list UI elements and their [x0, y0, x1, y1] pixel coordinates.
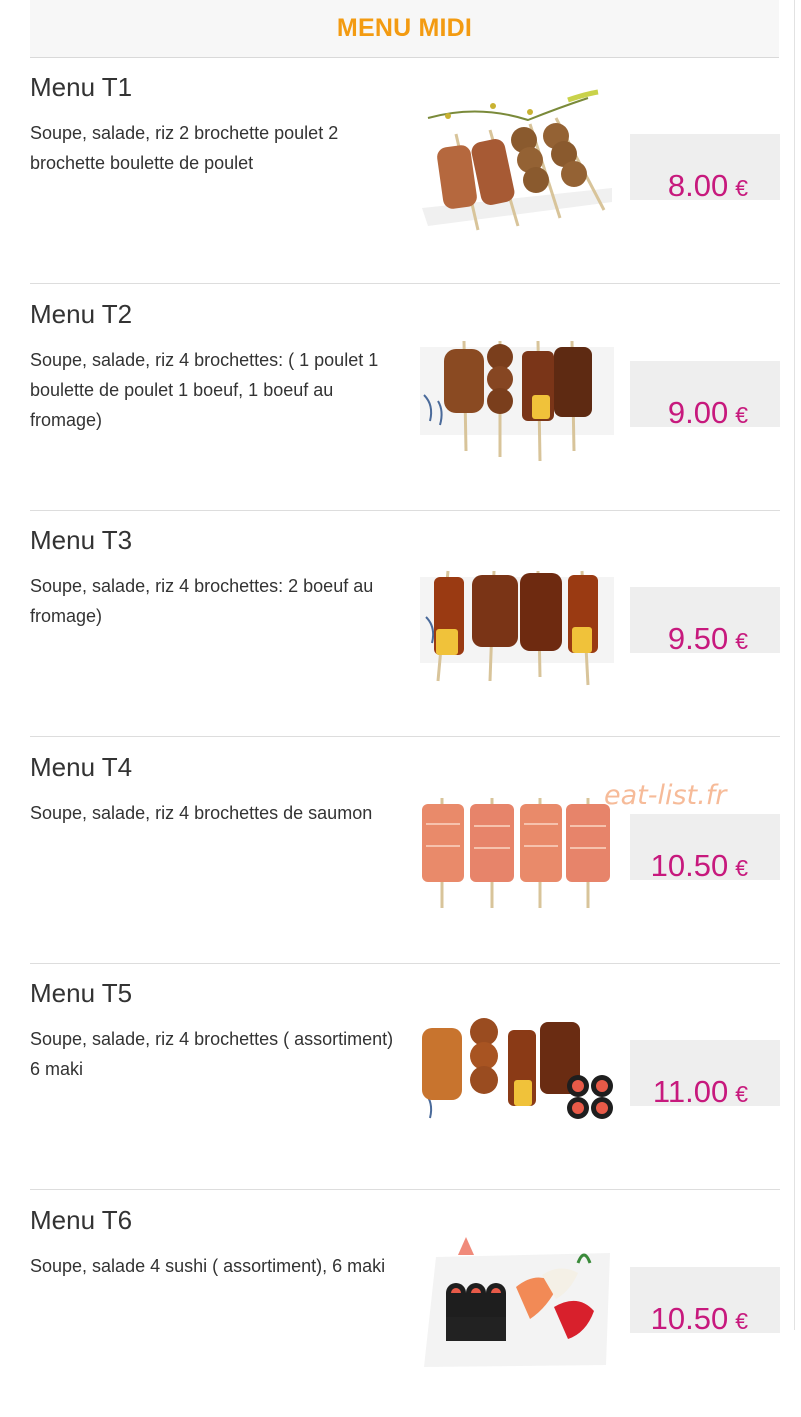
- menu-item[interactable]: Menu T6 Soupe, salade 4 sushi ( assortim…: [30, 1191, 780, 1417]
- menu-section-title: MENU MIDI: [336, 14, 473, 42]
- menu-item[interactable]: Menu T4 Soupe, salade, riz 4 brochettes …: [30, 738, 780, 964]
- item-divider: [30, 1189, 780, 1190]
- price-value: 10.50 €: [650, 1301, 748, 1336]
- menu-item-name: Menu T1: [30, 72, 133, 102]
- menu-item-description: Soupe, salade, riz 4 brochettes ( assort…: [30, 1029, 394, 1079]
- price-badge: 8.00 €: [630, 134, 780, 203]
- item-divider: [30, 736, 780, 737]
- price-value: 9.50 €: [667, 621, 748, 656]
- price-value: 9.00 €: [667, 395, 748, 430]
- price-value: 8.00 €: [667, 168, 748, 203]
- yakitori-chicken-skewers-photo: [422, 89, 612, 231]
- sushi-and-maki-plate-photo: [424, 1237, 610, 1367]
- price-badge: 11.00 €: [630, 1040, 780, 1109]
- menu-item-name: Menu T4: [30, 752, 133, 782]
- menu-item-description: Soupe, salade 4 sushi ( assortiment), 6 …: [30, 1256, 386, 1276]
- yakitori-beef-cheese-skewers-photo: [420, 570, 614, 686]
- menu-item-description: Soupe, salade, riz 4 brochettes: ( 1 pou…: [30, 350, 379, 430]
- menu-item-description: Soupe, salade, riz 4 brochettes de saumo…: [30, 803, 373, 823]
- menu-item-name: Menu T6: [30, 1205, 133, 1235]
- menu-item-description: Soupe, salade, riz 2 brochette poulet 2 …: [30, 123, 339, 173]
- menu-item-name: Menu T2: [30, 299, 133, 329]
- menu-item[interactable]: Menu T3 Soupe, salade, riz 4 brochettes:…: [30, 511, 780, 737]
- menu-item[interactable]: Menu T5 Soupe, salade, riz 4 brochettes …: [30, 964, 780, 1190]
- yakitori-mixed-skewers-photo: [420, 340, 614, 462]
- skewers-and-maki-photo: [422, 1018, 613, 1119]
- price-value: 10.50 €: [650, 848, 748, 883]
- watermark: eat-list.fr: [604, 780, 727, 811]
- menu-item[interactable]: Menu T1 Soupe, salade, riz 2 brochette p…: [30, 58, 780, 284]
- menu-section-header: MENU MIDI: [30, 0, 779, 58]
- menu-item[interactable]: Menu T2 Soupe, salade, riz 4 brochettes:…: [30, 285, 780, 511]
- price-badge: 9.50 €: [630, 587, 780, 656]
- salmon-skewers-photo: [422, 798, 610, 908]
- price-badge: 10.50 €: [630, 814, 780, 883]
- price-badge: 10.50 €: [630, 1267, 780, 1336]
- menu-item-name: Menu T3: [30, 525, 133, 555]
- menu-item-name: Menu T5: [30, 978, 133, 1008]
- page-right-rule: [794, 0, 795, 1330]
- price-badge: 9.00 €: [630, 361, 780, 430]
- menu-item-description: Soupe, salade, riz 4 brochettes: 2 boeuf…: [30, 576, 374, 626]
- price-value: 11.00 €: [652, 1074, 748, 1109]
- item-divider: [30, 283, 780, 284]
